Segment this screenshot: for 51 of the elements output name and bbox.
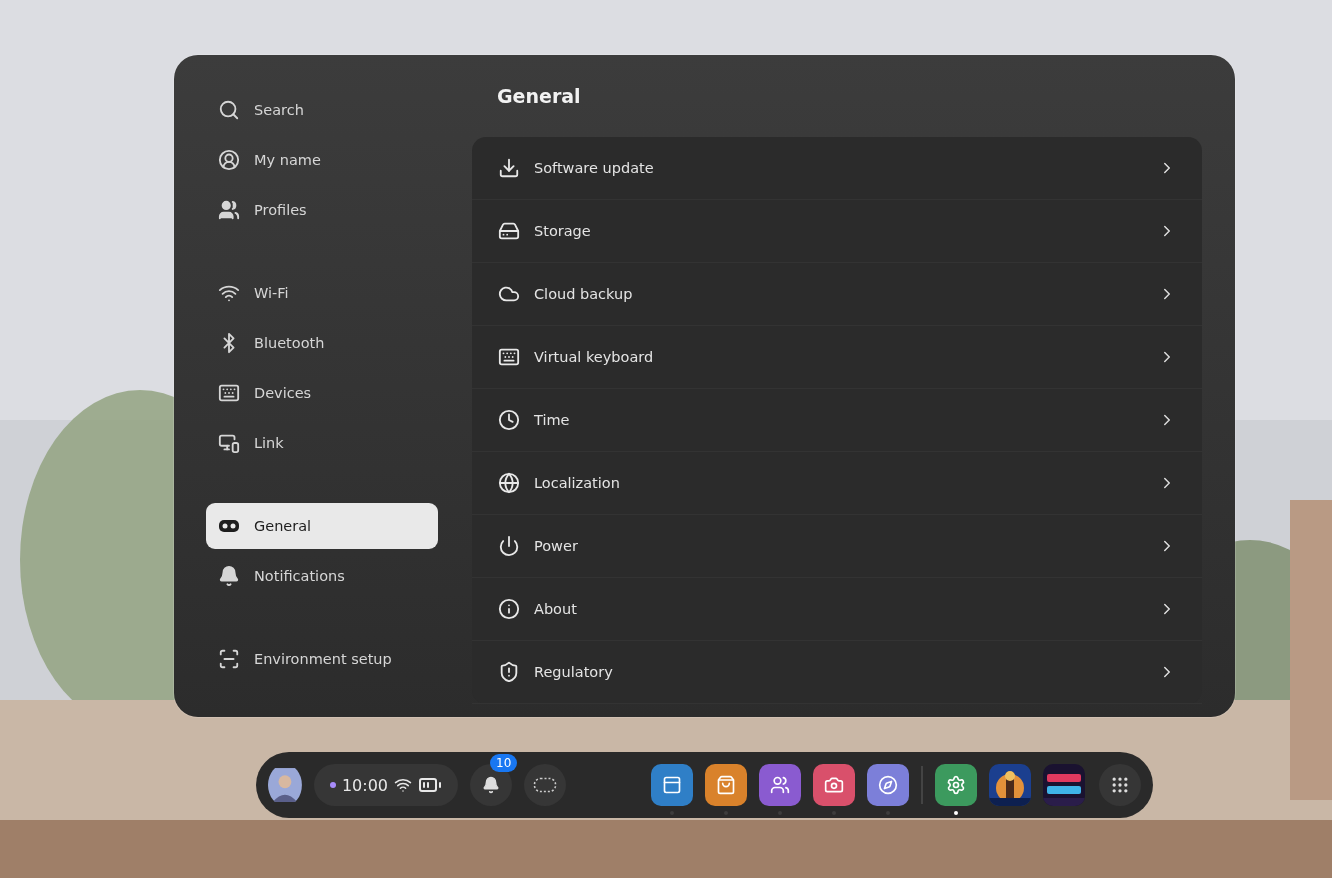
- sidebar-item[interactable]: Bluetooth: [206, 320, 438, 366]
- page-title: General: [496, 84, 582, 109]
- headset-button[interactable]: [524, 764, 566, 806]
- compass-icon: [878, 775, 898, 795]
- settings-row[interactable]: Time: [472, 389, 1202, 452]
- monitor-icon: [218, 432, 240, 454]
- shield-icon: [498, 661, 520, 683]
- sidebar-item[interactable]: Notifications: [206, 553, 438, 599]
- grid-icon: [1110, 775, 1130, 795]
- settings-row[interactable]: Cloud backup: [472, 263, 1202, 326]
- info-icon: [498, 598, 520, 620]
- settings-row[interactable]: Localization: [472, 452, 1202, 515]
- settings-row[interactable]: Virtual keyboard: [472, 326, 1202, 389]
- people-icon: [218, 199, 240, 221]
- sidebar-item[interactable]: Profiles: [206, 187, 438, 233]
- sidebar-item[interactable]: General: [206, 503, 438, 549]
- sidebar-item[interactable]: Environment setup: [206, 636, 438, 682]
- person-icon: [218, 149, 240, 171]
- clock-time: 10:00: [341, 775, 388, 795]
- bag-icon: [716, 775, 736, 795]
- notification-badge: 10: [490, 754, 518, 772]
- bell-icon: [482, 776, 500, 794]
- wifi-icon: [394, 776, 412, 794]
- status-dot: [329, 782, 336, 788]
- drive-icon: [498, 220, 520, 242]
- devices-icon: [218, 382, 240, 404]
- sidebar-item[interactable]: Wi-Fi: [206, 270, 438, 316]
- sidebar-item[interactable]: Link: [206, 420, 438, 466]
- power-icon: [498, 535, 520, 557]
- sidebar-item[interactable]: Devices: [206, 370, 438, 416]
- search-icon: [218, 99, 240, 121]
- clock-icon: [498, 409, 520, 431]
- bell-icon: [218, 565, 240, 587]
- camera-icon: [824, 775, 844, 795]
- scan-icon: [218, 648, 240, 670]
- settings-row[interactable]: Software update: [472, 137, 1202, 200]
- sidebar-item[interactable]: My name: [206, 137, 438, 183]
- settings-row[interactable]: Storage: [472, 200, 1202, 263]
- settings-row[interactable]: Power: [472, 515, 1202, 578]
- settings-row[interactable]: About: [472, 578, 1202, 641]
- settings-row[interactable]: Regulatory: [472, 641, 1202, 704]
- sidebar-item[interactable]: Search: [206, 87, 438, 133]
- window-icon: [662, 775, 682, 795]
- settings-icon: [946, 775, 966, 795]
- status-pill[interactable]: 10:00: [313, 764, 458, 806]
- people-icon: [770, 775, 790, 795]
- keyboard-icon: [498, 346, 520, 368]
- headset-outline-icon: [533, 777, 557, 793]
- app-grid-button[interactable]: [1099, 764, 1141, 806]
- download-icon: [498, 157, 520, 179]
- globe-icon: [498, 472, 520, 494]
